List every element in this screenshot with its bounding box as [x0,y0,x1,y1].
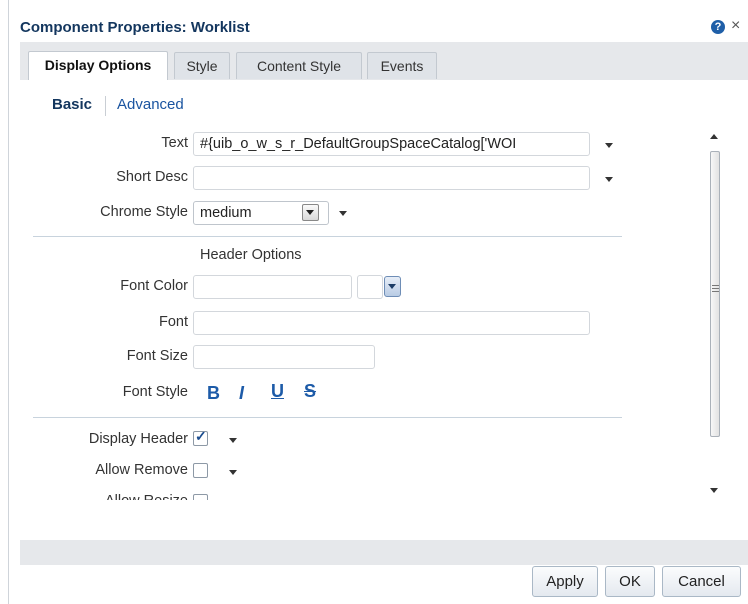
scroll-thumb[interactable] [710,151,720,437]
strikethrough-button[interactable]: S [304,381,316,402]
font-color-swatch[interactable] [357,275,383,299]
component-properties-dialog: Component Properties: Worklist ? × Displ… [0,0,748,604]
font-style-label: Font Style [122,384,188,400]
tab-content-style[interactable]: Content Style [236,52,362,79]
subtab-advanced[interactable]: Advanced [117,96,184,113]
font-color-input[interactable] [193,275,352,299]
footer-band [20,540,748,565]
scroll-clip [20,500,710,512]
short-desc-input[interactable] [193,166,590,190]
apply-button[interactable]: Apply [532,566,598,597]
chrome-style-value: medium [200,205,252,221]
allow-remove-label: Allow Remove [95,462,188,478]
display-header-menu-arrow-icon[interactable] [229,438,237,443]
text-input[interactable]: #{uib_o_w_s_r_DefaultGroupSpaceCatalog['… [193,132,590,156]
scroll-grip-icon [712,285,719,286]
divider-2 [33,417,622,418]
header-options-heading: Header Options [200,247,302,263]
help-icon[interactable]: ? [711,20,725,34]
ok-button[interactable]: OK [605,566,655,597]
font-size-label: Font Size [126,348,188,364]
font-color-label: Font Color [120,278,188,294]
tab-bar: Display Options Style Content Style Even… [20,42,748,80]
font-input[interactable] [193,311,590,335]
italic-button[interactable]: I [239,383,244,404]
short-desc-menu-arrow-icon[interactable] [605,177,613,182]
tab-events[interactable]: Events [367,52,437,79]
scroll-down-icon[interactable] [710,488,718,493]
bold-button[interactable]: B [207,383,220,404]
dialog-left-border [8,0,9,604]
close-icon[interactable]: × [731,16,740,36]
font-label: Font [158,314,188,330]
underline-button[interactable]: U [271,381,284,402]
subtab-separator [105,96,106,116]
display-header-checkbox[interactable] [193,428,208,446]
cancel-button[interactable]: Cancel [662,566,741,597]
dialog-title: Component Properties: Worklist [20,19,250,36]
font-size-input[interactable] [193,345,375,369]
short-desc-label: Short Desc [116,169,188,185]
text-label: Text [161,135,188,151]
text-menu-arrow-icon[interactable] [605,143,613,148]
dialog-titlebar: Component Properties: Worklist ? × [0,0,748,42]
display-header-label: Display Header [88,431,188,447]
tab-display-options[interactable]: Display Options [28,51,168,80]
chrome-style-dropdown-icon[interactable] [302,204,319,221]
divider-1 [33,236,622,237]
chrome-style-label: Chrome Style [100,204,188,220]
chrome-style-menu-arrow-icon[interactable] [339,211,347,216]
subtab-basic[interactable]: Basic [52,96,92,113]
allow-remove-menu-arrow-icon[interactable] [229,470,237,475]
font-color-dropdown-icon[interactable] [384,276,401,297]
scroll-up-icon[interactable] [710,134,718,139]
tab-style[interactable]: Style [174,52,230,79]
allow-remove-checkbox[interactable] [193,463,208,478]
